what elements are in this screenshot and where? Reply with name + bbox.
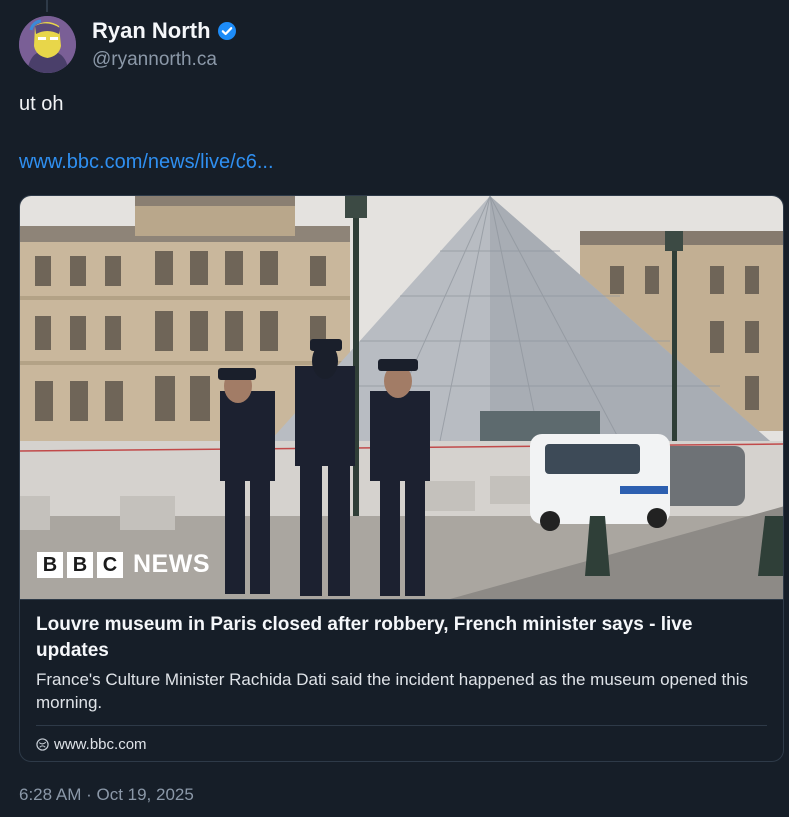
avatar[interactable] bbox=[19, 16, 76, 73]
verified-badge-icon bbox=[217, 22, 236, 40]
post-text: ut oh bbox=[19, 93, 64, 115]
bbc-logo-letter: B bbox=[67, 551, 93, 578]
card-source[interactable]: www.bbc.com bbox=[36, 726, 767, 761]
bbc-logo-news: NEWS bbox=[133, 550, 210, 578]
name-row: Ryan North bbox=[92, 17, 237, 45]
globe-icon bbox=[36, 737, 49, 751]
card-description: France's Culture Minister Rachida Dati s… bbox=[36, 670, 748, 712]
author-handle[interactable]: @ryannorth.ca bbox=[92, 49, 237, 71]
louvre-photo bbox=[20, 196, 783, 599]
bbc-logo-letter: B bbox=[37, 551, 63, 578]
avatar-image bbox=[19, 16, 76, 73]
post-link[interactable]: www.bbc.com/news/live/c6... bbox=[19, 150, 274, 174]
display-name[interactable]: Ryan North bbox=[92, 17, 211, 45]
card-image[interactable]: B B C NEWS bbox=[20, 196, 783, 600]
bbc-news-logo: B B C NEWS bbox=[37, 550, 210, 579]
thread-line bbox=[46, 0, 48, 12]
post-header: Ryan North @ryannorth.ca bbox=[19, 16, 237, 73]
card-body[interactable]: Louvre museum in Paris closed after robb… bbox=[20, 600, 783, 761]
card-source-domain: www.bbc.com bbox=[54, 735, 147, 753]
author-info: Ryan North @ryannorth.ca bbox=[92, 17, 237, 71]
card-title[interactable]: Louvre museum in Paris closed after robb… bbox=[36, 612, 767, 664]
post-timestamp[interactable]: 6:28 AM · Oct 19, 2025 bbox=[19, 785, 194, 805]
bbc-logo-letter: C bbox=[97, 551, 123, 578]
link-preview-card[interactable]: B B C NEWS Louvre museum in Paris closed… bbox=[19, 195, 784, 762]
post: Ryan North @ryannorth.ca ut oh www.bbc.c… bbox=[0, 0, 789, 817]
